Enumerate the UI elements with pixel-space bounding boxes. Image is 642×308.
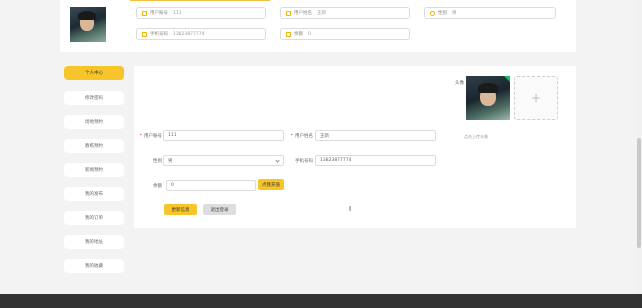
recharge-button[interactable]: 点我充值 [258, 179, 284, 190]
wallet-icon [286, 31, 291, 37]
text-cursor-icon: I [349, 205, 352, 213]
sidebar-item-my-favorites[interactable]: 我的收藏 [64, 259, 124, 273]
gender-field-label: 性别 [153, 159, 162, 164]
phone-input-value: 13823877774 [320, 158, 352, 163]
chevron-down-icon [275, 158, 280, 163]
avatar-label: 头像 [455, 81, 464, 86]
logout-button[interactable]: 退出登录 [203, 204, 236, 215]
account-label-text: 用户账号 [144, 134, 162, 139]
sidebar-item-venue-booking[interactable]: 场地预约 [64, 115, 124, 129]
phone-field-label: 手机号码 [295, 159, 313, 164]
name-input[interactable]: 王新 [315, 130, 436, 141]
sidebar-item-news-booking[interactable]: 新闻预约 [64, 163, 124, 177]
sidebar-item-my-orders[interactable]: 我的订单 [64, 211, 124, 225]
phone-icon [142, 31, 147, 37]
summary-account-field: 用户账号 111 [136, 7, 266, 19]
account-icon [142, 10, 147, 16]
sidebar-item-password[interactable]: 修改密码 [64, 91, 124, 105]
avatar-check-badge [504, 76, 510, 82]
summary-balance-field: 余额 0 [280, 28, 410, 40]
summary-account-label: 用户账号 [150, 11, 168, 16]
summary-name-label: 用户姓名 [294, 11, 312, 16]
sidebar-item-profile[interactable]: 个人中心 [64, 66, 124, 80]
summary-gender-field: 性别 男 [424, 7, 556, 19]
summary-phone-label: 手机号码 [150, 32, 168, 37]
summary-phone-value: 13823877774 [173, 31, 205, 37]
summary-gender-label: 性别 [438, 11, 447, 16]
summary-avatar [70, 7, 106, 42]
avatar-hair [478, 83, 498, 93]
avatar-upload-hint: 点击上传头像 [464, 134, 488, 139]
update-info-button[interactable]: 更新信息 [164, 204, 197, 215]
account-input-value: 111 [168, 133, 177, 138]
sidebar-item-my-posts[interactable]: 我的发布 [64, 187, 124, 201]
phone-input[interactable]: 13823877774 [315, 155, 436, 166]
summary-name-value: 王新 [317, 11, 326, 16]
summary-name-field: 用户姓名 王新 [280, 7, 410, 19]
top-accent-line [130, 0, 270, 1]
balance-field-label: 余额 [153, 184, 162, 189]
summary-balance-value: 0 [308, 31, 311, 37]
summary-balance-label: 余额 [294, 32, 303, 37]
summary-account-value: 111 [173, 10, 182, 16]
avatar-hair [78, 11, 96, 20]
name-label-text: 用户姓名 [295, 134, 313, 139]
name-icon [286, 10, 291, 16]
name-input-value: 王新 [320, 133, 329, 139]
gender-select[interactable]: 男 [163, 155, 284, 166]
account-field-label: * 用户账号 [136, 133, 162, 139]
account-input[interactable]: 111 [163, 130, 284, 141]
balance-input[interactable]: 0 [166, 180, 256, 191]
page-scrollbar[interactable] [636, 0, 642, 294]
name-field-label: * 用户姓名 [286, 133, 313, 139]
balance-input-value: 0 [171, 183, 174, 188]
required-mark: * [139, 134, 142, 139]
profile-avatar[interactable] [466, 76, 510, 120]
sidebar-item-coach-booking[interactable]: 教练预约 [64, 139, 124, 153]
gender-select-value: 男 [168, 158, 173, 164]
summary-phone-field: 手机号码 13823877774 [136, 28, 266, 40]
required-mark: * [290, 134, 293, 139]
avatar-upload-button[interactable]: + [514, 76, 558, 120]
gender-icon [430, 10, 435, 16]
sidebar-item-my-address[interactable]: 我的地址 [64, 235, 124, 249]
scrollbar-thumb[interactable] [637, 138, 641, 248]
plus-icon: + [530, 91, 542, 105]
footer-bar [0, 294, 642, 308]
summary-gender-value: 男 [452, 11, 457, 16]
